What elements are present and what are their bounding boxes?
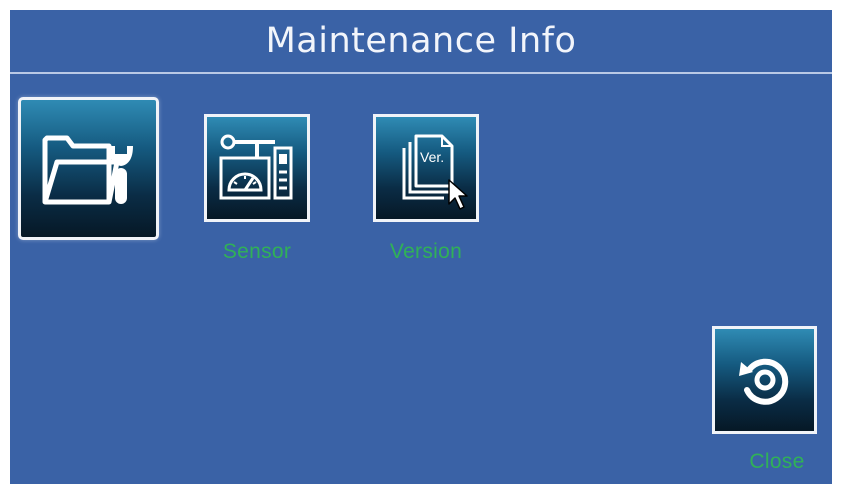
sensor-label: Sensor xyxy=(222,240,292,263)
version-document-icon: Ver. xyxy=(402,134,454,200)
page-title: Maintenance Info xyxy=(265,21,577,61)
close-button[interactable] xyxy=(712,326,817,434)
title-bar: Maintenance Info xyxy=(10,10,832,72)
back-return-icon xyxy=(738,358,788,405)
close-label: Close xyxy=(749,450,805,473)
version-button[interactable]: Ver. xyxy=(373,114,479,222)
version-badge-text: Ver. xyxy=(420,149,444,165)
sensor-gauge-icon xyxy=(219,134,293,200)
sensor-button[interactable] xyxy=(204,114,310,222)
maintenance-folder-button[interactable] xyxy=(18,97,159,240)
folder-wrench-icon xyxy=(42,135,133,204)
version-label: Version xyxy=(389,240,463,263)
title-divider xyxy=(10,72,832,74)
maintenance-info-screen: Maintenance Info Sensor Ver. Version Clo… xyxy=(10,10,832,484)
